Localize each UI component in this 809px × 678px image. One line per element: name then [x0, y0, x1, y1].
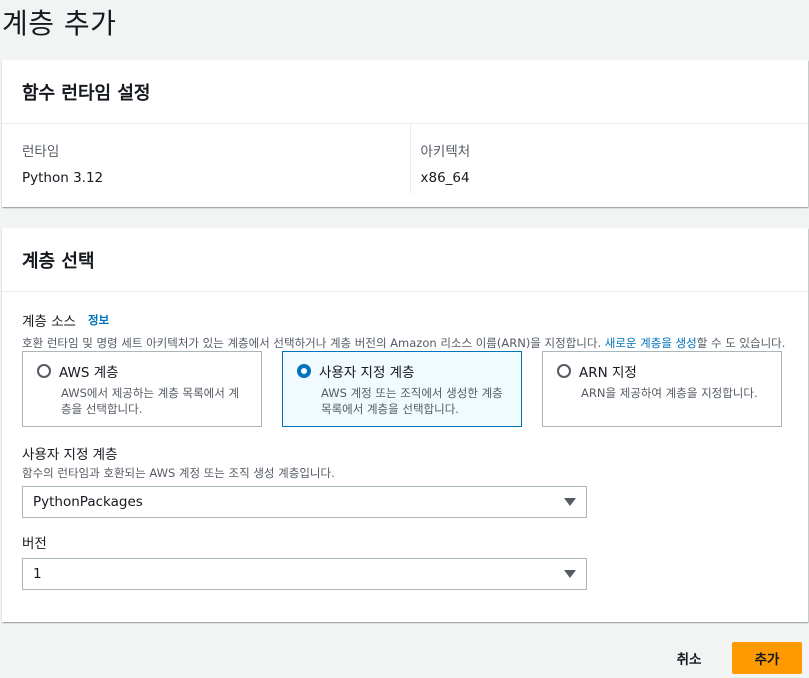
- layer-source-description: 호환 런타임 및 명령 세트 아키텍처가 있는 계층에서 선택하거나 계층 버전…: [22, 335, 788, 351]
- tile-custom-layer[interactable]: 사용자 지정 계층 AWS 계정 또는 조직에서 생성한 계층 목록에서 계층을…: [282, 351, 522, 427]
- tile-aws-layer-title: AWS 계층: [59, 365, 119, 381]
- architecture-label: 아키텍처: [420, 144, 471, 160]
- tile-aws-layer-desc: AWS에서 제공하는 계층 목록에서 계층을 선택합니다.: [61, 386, 240, 416]
- runtime-column: 런타임 Python 3.12: [2, 124, 410, 194]
- add-button[interactable]: 추가: [732, 642, 802, 674]
- runtime-settings-panel: 함수 런타임 설정 런타임 Python 3.12 아키텍처 x86_64: [2, 60, 808, 207]
- info-link[interactable]: 정보: [88, 312, 109, 328]
- radio-custom-layer[interactable]: [297, 364, 311, 378]
- tile-custom-layer-desc: AWS 계정 또는 조직에서 생성한 계층 목록에서 계층을 선택합니다.: [321, 386, 503, 416]
- tile-custom-layer-title: 사용자 지정 계층: [319, 365, 415, 381]
- page-title: 계층 추가: [2, 7, 117, 40]
- custom-layer-description: 함수의 런타임과 호환되는 AWS 계정 또는 조직 생성 계층입니다.: [22, 466, 335, 480]
- tile-arn-title: ARN 지정: [579, 365, 637, 381]
- caret-down-icon: [564, 498, 576, 506]
- version-select-value: 1: [33, 566, 42, 582]
- version-label: 버전: [22, 536, 47, 552]
- custom-layer-label: 사용자 지정 계층: [22, 447, 118, 463]
- runtime-kv-row: 런타임 Python 3.12 아키텍처 x86_64: [2, 124, 808, 206]
- version-select[interactable]: 1: [22, 558, 587, 590]
- custom-layer-select-value: PythonPackages: [33, 494, 143, 510]
- layer-panel-title: 계층 선택: [2, 228, 808, 292]
- caret-down-icon: [564, 570, 576, 578]
- layer-source-field: 계층 소스 정보: [22, 310, 788, 330]
- radio-arn[interactable]: [557, 364, 571, 378]
- layer-selection-panel: 계층 선택 계층 소스 정보 호환 런타임 및 명령 세트 아키텍처가 있는 계…: [2, 228, 808, 622]
- layer-source-tiles: AWS 계층 AWS에서 제공하는 계층 목록에서 계층을 선택합니다. 사용자…: [22, 351, 788, 427]
- runtime-label: 런타임: [22, 144, 60, 160]
- radio-aws-layer[interactable]: [37, 364, 51, 378]
- layer-source-desc-text: 호환 런타임 및 명령 세트 아키텍처가 있는 계층에서 선택하거나 계층 버전…: [22, 336, 605, 350]
- create-layer-link[interactable]: 새로운 계층을 생성: [605, 336, 697, 350]
- architecture-value: x86_64: [420, 170, 470, 186]
- runtime-panel-title: 함수 런타임 설정: [2, 60, 808, 124]
- layer-source-label: 계층 소스: [22, 314, 76, 330]
- architecture-column: 아키텍처 x86_64: [409, 124, 809, 194]
- tile-arn-desc: ARN을 제공하여 계층을 지정합니다.: [581, 386, 758, 400]
- tile-arn[interactable]: ARN 지정 ARN을 제공하여 계층을 지정합니다.: [542, 351, 782, 427]
- tile-aws-layer[interactable]: AWS 계층 AWS에서 제공하는 계층 목록에서 계층을 선택합니다.: [22, 351, 262, 427]
- layer-source-desc-text-2: 할 수 도 있습니다.: [696, 336, 786, 350]
- runtime-value: Python 3.12: [22, 170, 104, 186]
- custom-layer-select[interactable]: PythonPackages: [22, 486, 587, 518]
- cancel-button[interactable]: 취소: [664, 642, 714, 674]
